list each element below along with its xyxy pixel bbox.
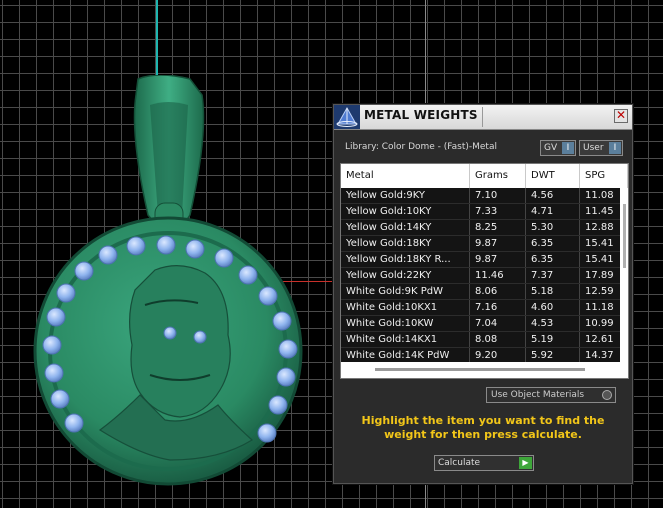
- radio-icon[interactable]: [602, 390, 612, 400]
- cell-metal: Yellow Gold:18KY R...: [341, 252, 470, 267]
- instruction-text: Highlight the item you want to find the …: [361, 414, 605, 441]
- cell-dwt: 6.35: [526, 252, 580, 267]
- calculate-button[interactable]: Calculate ▶: [434, 455, 534, 471]
- cell-grams: 11.46: [470, 268, 526, 283]
- cell-grams: 7.10: [470, 188, 526, 203]
- table-body: Yellow Gold:9KY 7.10 4.56 11.08 Yellow Gold:…: [341, 188, 621, 364]
- use-object-materials-label: Use Object Materials: [491, 390, 585, 400]
- cell-dwt: 7.37: [526, 268, 580, 283]
- dialog-title: METAL WEIGHTS: [364, 108, 478, 122]
- gv-toggle-label: GV: [544, 143, 558, 153]
- table-row[interactable]: White Gold:9K PdW 8.06 5.18 12.59: [341, 284, 621, 300]
- cell-metal: White Gold:10KX1: [341, 300, 470, 315]
- vertical-scroll-thumb[interactable]: [623, 204, 626, 268]
- cell-dwt: 6.35: [526, 236, 580, 251]
- cell-grams: 7.33: [470, 204, 526, 219]
- cell-metal: Yellow Gold:14KY: [341, 220, 470, 235]
- table-row[interactable]: Yellow Gold:9KY 7.10 4.56 11.08: [341, 188, 621, 204]
- user-toggle-indicator-icon: I: [609, 142, 621, 154]
- table-row[interactable]: Yellow Gold:14KY 8.25 5.30 12.88: [341, 220, 621, 236]
- cell-metal: Yellow Gold:22KY: [341, 268, 470, 283]
- cell-grams: 7.16: [470, 300, 526, 315]
- table-row[interactable]: Yellow Gold:18KY R... 9.87 6.35 15.41: [341, 252, 621, 268]
- cell-dwt: 5.30: [526, 220, 580, 235]
- user-toggle[interactable]: User I: [579, 140, 623, 156]
- dialog-titlebar[interactable]: METAL WEIGHTS ✕: [334, 105, 632, 130]
- pyramid-logo-icon: [334, 105, 360, 129]
- cell-metal: Yellow Gold:10KY: [341, 204, 470, 219]
- metal-weights-table[interactable]: Metal Grams DWT SPG Yellow Gold:9KY 7.10 4…: [340, 163, 629, 379]
- column-header-spg[interactable]: SPG: [580, 164, 628, 188]
- table-row[interactable]: Yellow Gold:22KY 11.46 7.37 17.89: [341, 268, 621, 284]
- horizontal-scroll-thumb[interactable]: [375, 368, 585, 371]
- column-header-metal[interactable]: Metal: [341, 164, 470, 188]
- cell-metal: White Gold:14KX1: [341, 332, 470, 347]
- library-label: Library: Color Dome - (Fast)-Metal: [345, 142, 497, 152]
- cell-dwt: 5.92: [526, 348, 580, 363]
- cell-grams: 8.06: [470, 284, 526, 299]
- horizontal-scrollbar[interactable]: [341, 362, 628, 378]
- table-row[interactable]: Yellow Gold:18KY 9.87 6.35 15.41: [341, 236, 621, 252]
- cell-grams: 9.87: [470, 236, 526, 251]
- user-toggle-label: User: [583, 143, 604, 153]
- table-row[interactable]: Yellow Gold:10KY 7.33 4.71 11.45: [341, 204, 621, 220]
- pendant-model[interactable]: [30, 75, 310, 505]
- cell-metal: White Gold:10KW: [341, 316, 470, 331]
- play-icon: ▶: [519, 457, 532, 469]
- cell-dwt: 4.56: [526, 188, 580, 203]
- use-object-materials-option[interactable]: Use Object Materials: [486, 387, 616, 403]
- table-header: Metal Grams DWT SPG: [341, 164, 628, 188]
- cell-metal: Yellow Gold:9KY: [341, 188, 470, 203]
- cell-grams: 8.25: [470, 220, 526, 235]
- cell-dwt: 5.19: [526, 332, 580, 347]
- table-row[interactable]: White Gold:10KX1 7.16 4.60 11.18: [341, 300, 621, 316]
- column-header-grams[interactable]: Grams: [470, 164, 526, 188]
- cell-metal: Yellow Gold:18KY: [341, 236, 470, 251]
- cell-dwt: 4.53: [526, 316, 580, 331]
- cell-metal: White Gold:9K PdW: [341, 284, 470, 299]
- titlebar-divider: [482, 107, 483, 127]
- gv-toggle-indicator-icon: I: [562, 142, 574, 154]
- cell-dwt: 4.71: [526, 204, 580, 219]
- table-row[interactable]: White Gold:10KW 7.04 4.53 10.99: [341, 316, 621, 332]
- cell-grams: 9.87: [470, 252, 526, 267]
- metal-weights-dialog: METAL WEIGHTS ✕ Library: Color Dome - (F…: [333, 104, 633, 484]
- cell-dwt: 5.18: [526, 284, 580, 299]
- gv-toggle[interactable]: GV I: [540, 140, 576, 156]
- cell-metal: White Gold:14K PdW: [341, 348, 470, 363]
- calculate-label: Calculate: [438, 458, 481, 468]
- column-header-dwt[interactable]: DWT: [526, 164, 580, 188]
- cell-dwt: 4.60: [526, 300, 580, 315]
- close-icon[interactable]: ✕: [614, 109, 628, 123]
- cell-grams: 7.04: [470, 316, 526, 331]
- cell-grams: 8.08: [470, 332, 526, 347]
- cell-grams: 9.20: [470, 348, 526, 363]
- vertical-scrollbar[interactable]: [620, 188, 628, 378]
- table-row[interactable]: White Gold:14KX1 8.08 5.19 12.61: [341, 332, 621, 348]
